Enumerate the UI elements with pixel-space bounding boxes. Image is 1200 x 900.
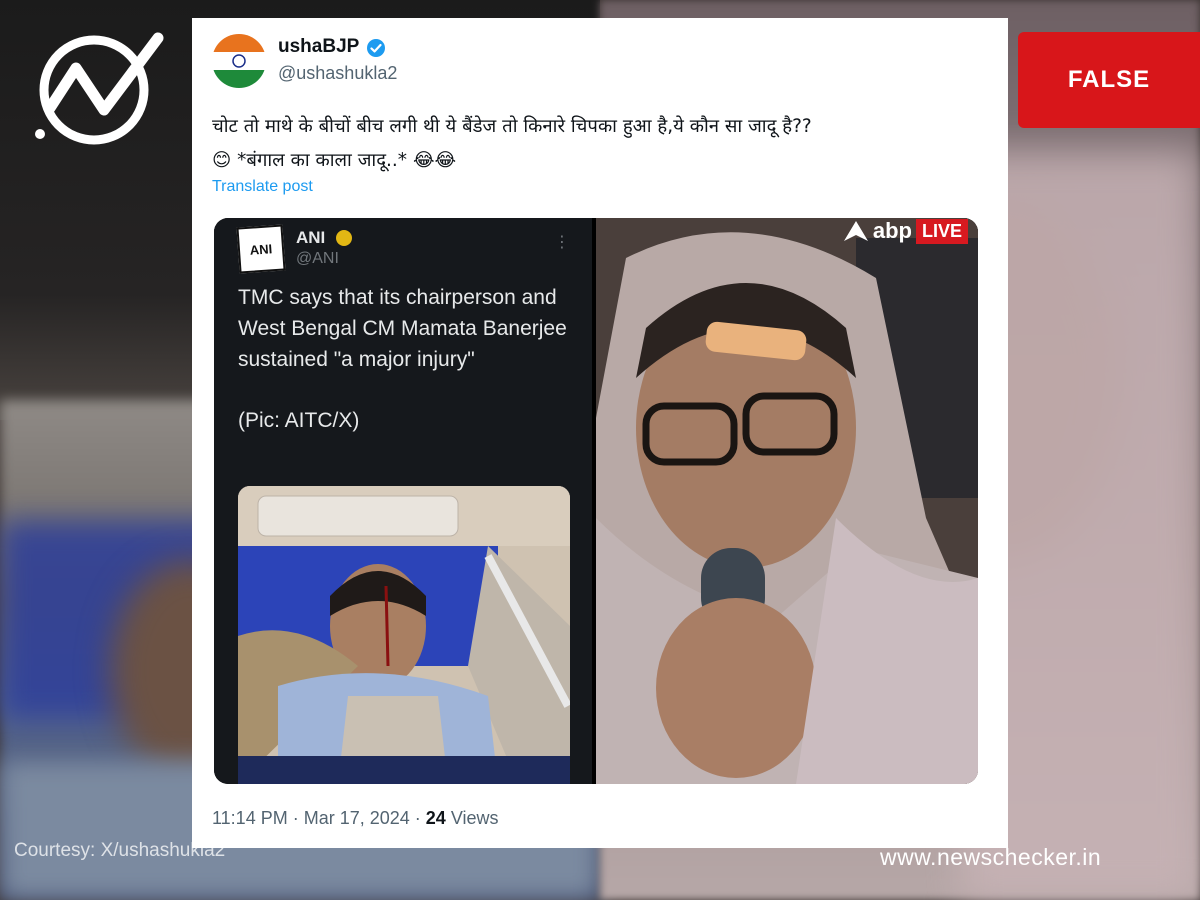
website-url: www.newschecker.in: [880, 844, 1102, 870]
courtesy-credit: Courtesy: X/ushashukla2: [14, 840, 226, 861]
tweet-text-line1: चोट तो माथे के बीचों बीच लगी थी ये बैंडे…: [212, 116, 812, 137]
tweet-media[interactable]: ANI ANI @ANI ⋮ TMC says that its chairpe…: [214, 218, 978, 784]
tweet-text-line2: 😊 *बंगाल का काला जादू..* 😂😂: [212, 150, 457, 171]
ani-logo: ANI: [236, 224, 286, 274]
live-label: LIVE: [915, 218, 968, 244]
newschecker-logo-icon: [32, 30, 164, 150]
translate-post-link[interactable]: Translate post: [212, 178, 313, 196]
verified-badge-icon: [366, 38, 386, 62]
pic-credit: (Pic: AITC/X): [238, 409, 360, 432]
abp-live-logo: abp LIVE: [843, 218, 968, 244]
hospital-photo: [238, 486, 570, 784]
views-label: Views: [445, 808, 499, 828]
user-handle[interactable]: @ushashukla2: [278, 63, 397, 84]
ani-handle: @ANI: [296, 250, 339, 267]
tweet-text: चोट तो माथे के बीचों बीच लगी थी ये बैंडे…: [212, 110, 992, 178]
display-name[interactable]: ushaBJP: [278, 36, 359, 58]
more-options-icon: ⋮: [554, 232, 570, 251]
avatar[interactable]: [212, 34, 266, 88]
abp-channel-name: abp: [872, 218, 912, 243]
tweet-timestamp[interactable]: 11:14 PM · Mar 17, 2024 ·: [212, 808, 426, 828]
tweet-meta: 11:14 PM · Mar 17, 2024 · 24 Views: [212, 808, 499, 829]
views-count: 24: [425, 808, 446, 828]
abp-triangle-icon: [843, 221, 868, 241]
verdict-badge: FALSE: [1018, 32, 1200, 128]
ani-account-name: ANI: [296, 228, 326, 247]
abp-live-frame: abp LIVE: [596, 218, 978, 784]
gold-verified-icon: [336, 230, 352, 246]
india-flag-icon: [212, 34, 266, 88]
ani-post-screenshot: ANI ANI @ANI ⋮ TMC says that its chairpe…: [214, 218, 592, 784]
tweet-card: ushaBJP @ushashukla2 चोट तो माथे के बीचो…: [192, 18, 1008, 848]
ani-post-text: TMC says that its chairperson and West B…: [238, 282, 578, 436]
